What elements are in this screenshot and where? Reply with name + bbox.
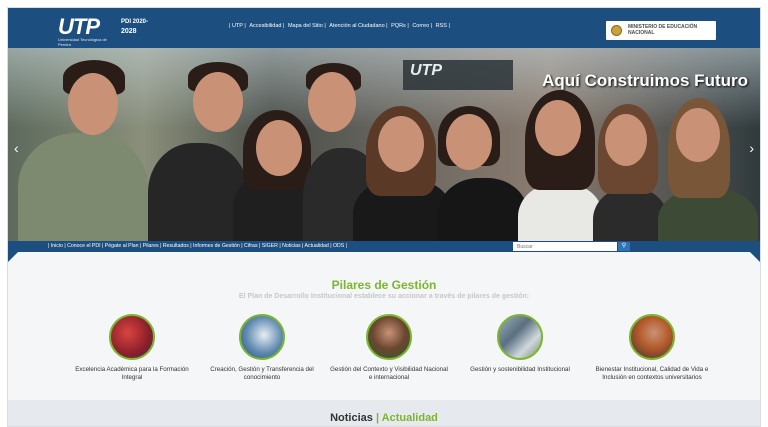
- building-sign-text: UTP: [410, 62, 442, 79]
- nav-ribbon-left: [8, 252, 18, 262]
- ministerio-text: MINISTERIO DE EDUCACIÓN NACIONAL: [628, 24, 698, 36]
- pillar-label: Excelencia Académica para la Formación I…: [75, 366, 189, 381]
- student-figure: [518, 183, 603, 241]
- pillar-card[interactable]: Bienestar Institucional, Calidad de Vida…: [592, 314, 712, 382]
- news-title-a: Noticias: [330, 412, 373, 424]
- top-link-atencion[interactable]: Atención al Ciudadano |: [329, 23, 387, 29]
- chevron-right-icon[interactable]: ›: [749, 140, 754, 156]
- browser-viewport: UTP Universidad Tecnológica de Pereira P…: [7, 7, 761, 427]
- logo-subtext: Universidad Tecnológica de Pereira: [58, 37, 107, 47]
- pillar-card[interactable]: Creación, Gestión y Transferencia del co…: [202, 314, 322, 382]
- student-figure: [593, 188, 668, 241]
- search-icon[interactable]: ⚲: [618, 242, 630, 251]
- hero-slogan: Aquí Construimos Futuro: [542, 71, 748, 90]
- search-input[interactable]: [513, 242, 617, 251]
- pdi-badge: PDI 2020- 2028: [121, 18, 151, 36]
- pillar-card[interactable]: Gestión del Contexto y Visibilidad Nacio…: [329, 314, 449, 382]
- student-figure: [18, 133, 148, 241]
- nav-links[interactable]: | Inicio | Conoce el PDI | Pégate al Pla…: [48, 243, 347, 249]
- news-title: Noticias | Actualidad: [8, 412, 760, 424]
- pillar-academic-image: [109, 314, 155, 360]
- pillar-sustainability-image: [497, 314, 543, 360]
- top-link-utp[interactable]: | UTP |: [229, 23, 246, 29]
- pdi-line2: 2028: [121, 28, 137, 35]
- pilares-subtitle: El Plan de Desarrollo Institucional esta…: [238, 293, 530, 300]
- top-link-accesibilidad[interactable]: Accesibilidad |: [249, 23, 284, 29]
- pillar-card[interactable]: Excelencia Académica para la Formación I…: [72, 314, 192, 382]
- colombia-seal-icon: [611, 25, 622, 36]
- utp-logo[interactable]: UTP Universidad Tecnológica de Pereira: [58, 14, 118, 47]
- chevron-left-icon[interactable]: ‹: [14, 140, 19, 156]
- pillar-label: Gestión y sostenibilidad Institucional: [470, 366, 570, 373]
- top-link-rss[interactable]: RSS |: [436, 23, 450, 29]
- top-links: | UTP | Accesibilidad | Mapa del Sitio |…: [228, 23, 451, 29]
- pillar-context-image: [366, 314, 412, 360]
- top-link-correo[interactable]: Correo |: [412, 23, 432, 29]
- pilares-title: Pilares de Gestión: [331, 278, 437, 292]
- hero-carousel[interactable]: UTP Aquí Construimos Futuro ‹ ›: [8, 48, 760, 241]
- top-header: UTP Universidad Tecnológica de Pereira P…: [8, 8, 760, 48]
- news-title-b: Actualidad: [381, 412, 438, 424]
- pillar-wellbeing-image: [629, 314, 675, 360]
- pillar-card[interactable]: Gestión y sostenibilidad Institucional: [460, 314, 580, 374]
- top-link-mapa[interactable]: Mapa del Sitio |: [288, 23, 326, 29]
- student-figure: [438, 178, 528, 241]
- pillar-label: Creación, Gestión y Transferencia del co…: [210, 366, 314, 381]
- pillar-label: Bienestar Institucional, Calidad de Vida…: [595, 366, 709, 381]
- top-link-pqrs[interactable]: PQRs |: [391, 23, 409, 29]
- ministerio-logo[interactable]: MINISTERIO DE EDUCACIÓN NACIONAL: [606, 21, 716, 40]
- pdi-line1: PDI 2020-: [121, 19, 149, 25]
- news-separator: |: [375, 412, 380, 424]
- nav-ribbon-right: [750, 252, 760, 262]
- pillar-label: Gestión del Contexto y Visibilidad Nacio…: [330, 366, 448, 381]
- pillar-research-image: [239, 314, 285, 360]
- main-nav: | Inicio | Conoce el PDI | Pégate al Pla…: [8, 241, 760, 252]
